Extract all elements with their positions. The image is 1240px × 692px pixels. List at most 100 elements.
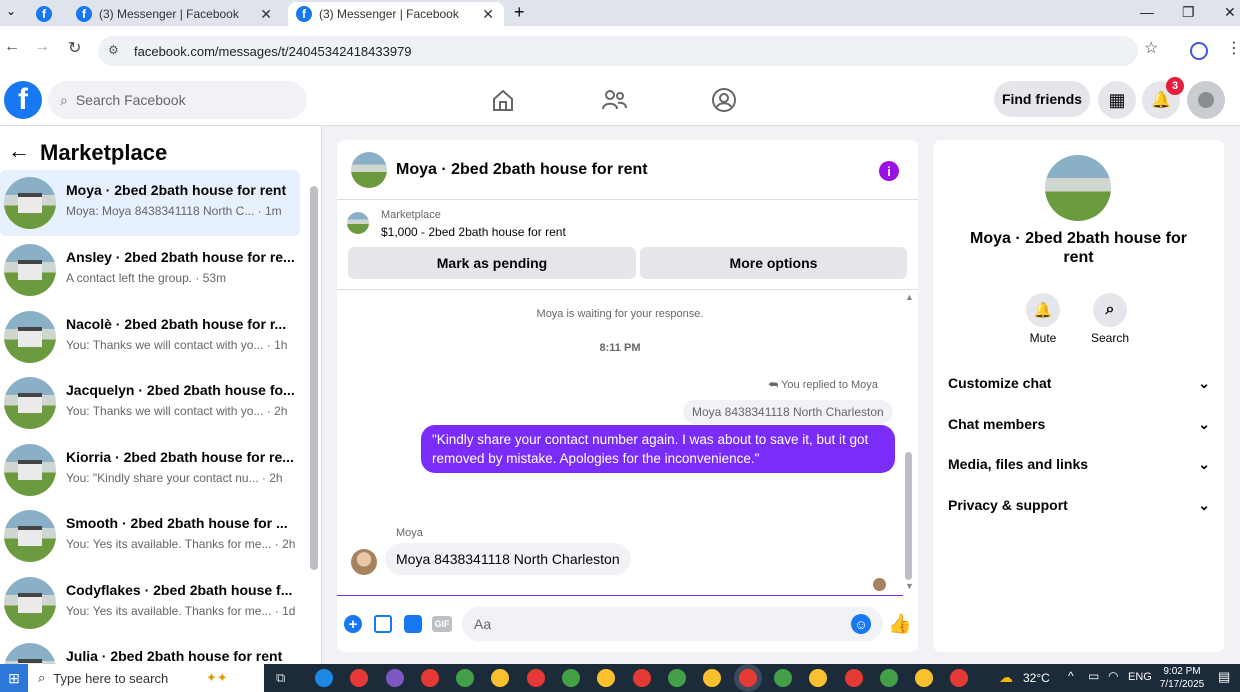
- temperature[interactable]: 32°C: [1023, 671, 1050, 685]
- list-item[interactable]: Kiorria · 2bed 2bath house for re... You:…: [0, 437, 300, 503]
- chrome-icon[interactable]: [350, 669, 368, 687]
- account-avatar[interactable]: [1187, 81, 1225, 119]
- listing-detail[interactable]: $1,000 - 2bed 2bath house for rent: [381, 225, 566, 239]
- chrome-icon[interactable]: [950, 669, 968, 687]
- edge-icon[interactable]: [315, 669, 333, 687]
- profile-icon[interactable]: [1190, 42, 1208, 60]
- list-item[interactable]: Moya · 2bed 2bath house for rent Moya: Mo…: [0, 170, 300, 236]
- taskbar-search-input[interactable]: ⌕ Type here to search ✦✦: [28, 664, 264, 692]
- chrome-icon[interactable]: [491, 669, 509, 687]
- bookmark-star-icon[interactable]: ☆: [1144, 38, 1158, 58]
- wifi-icon[interactable]: ◠: [1108, 669, 1118, 683]
- chrome-icon[interactable]: [421, 669, 439, 687]
- like-thumb-icon[interactable]: 👍: [888, 612, 912, 636]
- menu-grid-icon[interactable]: ▦: [1098, 81, 1136, 119]
- mute-bell-icon[interactable]: 🔔: [1026, 293, 1060, 327]
- chrome-icon[interactable]: [915, 669, 933, 687]
- list-item[interactable]: Nacolè · 2bed 2bath house for r... You: T…: [0, 304, 300, 370]
- gif-icon[interactable]: GIF: [432, 616, 452, 632]
- menu-kebab-icon[interactable]: ⋮: [1226, 38, 1240, 58]
- forward-icon[interactable]: →: [34, 38, 50, 56]
- url-field[interactable]: ⚙ facebook.com/messages/t/24045342418433…: [98, 36, 1138, 66]
- chrome-icon[interactable]: [527, 669, 545, 687]
- task-view-icon[interactable]: ⧉: [276, 670, 285, 686]
- language-indicator[interactable]: ENG: [1128, 671, 1152, 683]
- list-item[interactable]: Ansley · 2bed 2bath house for re... A con…: [0, 237, 300, 303]
- friends-icon[interactable]: [601, 87, 627, 113]
- back-icon[interactable]: ←: [4, 38, 20, 56]
- facebook-logo[interactable]: f: [4, 81, 42, 119]
- restore-icon[interactable]: ❐: [1182, 4, 1195, 21]
- add-icon[interactable]: +: [344, 615, 362, 633]
- close-tab-icon[interactable]: ✕: [260, 6, 272, 23]
- list-item[interactable]: Codyflakes · 2bed 2bath house f... You: Y…: [0, 570, 300, 636]
- weather-icon[interactable]: ☁: [999, 669, 1013, 686]
- notification-center-icon[interactable]: ▤: [1218, 669, 1230, 685]
- app-icon[interactable]: [386, 669, 404, 687]
- tab-list-chevron-icon[interactable]: ⌄: [6, 4, 16, 18]
- scrollbar-thumb[interactable]: [905, 452, 912, 580]
- photo-icon[interactable]: [374, 615, 392, 633]
- chrome-icon[interactable]: [809, 669, 827, 687]
- sticker-icon[interactable]: [404, 615, 422, 633]
- clock-time[interactable]: 9:02 PM: [1160, 666, 1204, 677]
- section-label: Customize chat: [948, 375, 1052, 391]
- listing-avatar[interactable]: [1045, 155, 1111, 221]
- section-customize-chat[interactable]: Customize chat ⌄: [948, 375, 1210, 392]
- sent-message-bubble[interactable]: "Kindly share your contact number again.…: [421, 425, 895, 473]
- message-input[interactable]: Aa: [462, 607, 883, 641]
- tab-messenger-2[interactable]: f (3) Messenger | Facebook ✕: [288, 2, 504, 26]
- minimize-icon[interactable]: —: [1140, 4, 1154, 20]
- info-icon[interactable]: i: [879, 161, 899, 181]
- mute-label: Mute: [1029, 331, 1057, 345]
- close-tab-icon[interactable]: ✕: [482, 6, 494, 23]
- section-chat-members[interactable]: Chat members ⌄: [948, 416, 1210, 433]
- listing-avatar[interactable]: [351, 152, 387, 188]
- new-tab-button[interactable]: +: [514, 2, 525, 23]
- more-options-button[interactable]: More options: [640, 247, 907, 279]
- list-item[interactable]: Smooth · 2bed 2bath house for ... You: Ye…: [0, 503, 300, 569]
- site-info-icon[interactable]: ⚙: [108, 43, 119, 57]
- scrollbar-thumb[interactable]: [310, 186, 318, 570]
- chrome-icon[interactable]: [774, 669, 792, 687]
- find-friends-button[interactable]: Find friends: [994, 81, 1090, 117]
- scroll-down-icon[interactable]: ▼: [905, 581, 914, 591]
- list-item[interactable]: Julia · 2bed 2bath house for rent: [0, 636, 300, 664]
- section-privacy-support[interactable]: Privacy & support ⌄: [948, 497, 1210, 514]
- back-arrow-icon[interactable]: ←: [8, 138, 30, 164]
- chrome-icon[interactable]: [668, 669, 686, 687]
- search-input[interactable]: ⌕ Search Facebook: [48, 81, 307, 119]
- home-icon[interactable]: [490, 87, 516, 113]
- emoji-icon[interactable]: ☺: [851, 614, 871, 634]
- list-item[interactable]: Jacquelyn · 2bed 2bath house fo... You: T…: [0, 370, 300, 436]
- tray-chevron-icon[interactable]: ^: [1068, 669, 1074, 683]
- chrome-icon[interactable]: [562, 669, 580, 687]
- chrome-icon[interactable]: [703, 669, 721, 687]
- received-message-bubble[interactable]: Moya 8438341118 North Charleston: [385, 543, 631, 575]
- chrome-icon[interactable]: [880, 669, 898, 687]
- tab-messenger-1[interactable]: f (3) Messenger | Facebook ✕: [70, 2, 282, 26]
- pinned-tab[interactable]: f: [36, 2, 59, 26]
- section-label: Chat members: [948, 416, 1046, 432]
- tab-label: (3) Messenger | Facebook: [319, 7, 459, 21]
- chrome-icon[interactable]: [456, 669, 474, 687]
- battery-icon[interactable]: ▭: [1088, 669, 1099, 683]
- mark-as-pending-button[interactable]: Mark as pending: [348, 247, 636, 279]
- section-media-files-links[interactable]: Media, files and links ⌄: [948, 456, 1210, 473]
- reply-arrow-icon: ⮪: [768, 379, 782, 391]
- section-label: Media, files and links: [948, 456, 1089, 472]
- windows-start-icon[interactable]: ⊞: [0, 664, 28, 692]
- chrome-icon[interactable]: [845, 669, 863, 687]
- close-window-icon[interactable]: ✕: [1224, 4, 1236, 21]
- reload-icon[interactable]: ↻: [68, 38, 81, 58]
- groups-icon[interactable]: [711, 87, 737, 113]
- clock-date[interactable]: 7/17/2025: [1156, 679, 1208, 690]
- quoted-message[interactable]: Moya 8438341118 North Charleston: [683, 400, 893, 424]
- chrome-icon[interactable]: [739, 669, 757, 687]
- search-icon[interactable]: ⌕: [1093, 293, 1127, 327]
- sender-avatar[interactable]: [351, 549, 377, 575]
- scroll-up-icon[interactable]: ▲: [905, 292, 914, 302]
- chrome-icon[interactable]: [633, 669, 651, 687]
- chat-title[interactable]: Moya · 2bed 2bath house for rent: [396, 161, 648, 179]
- chrome-icon[interactable]: [597, 669, 615, 687]
